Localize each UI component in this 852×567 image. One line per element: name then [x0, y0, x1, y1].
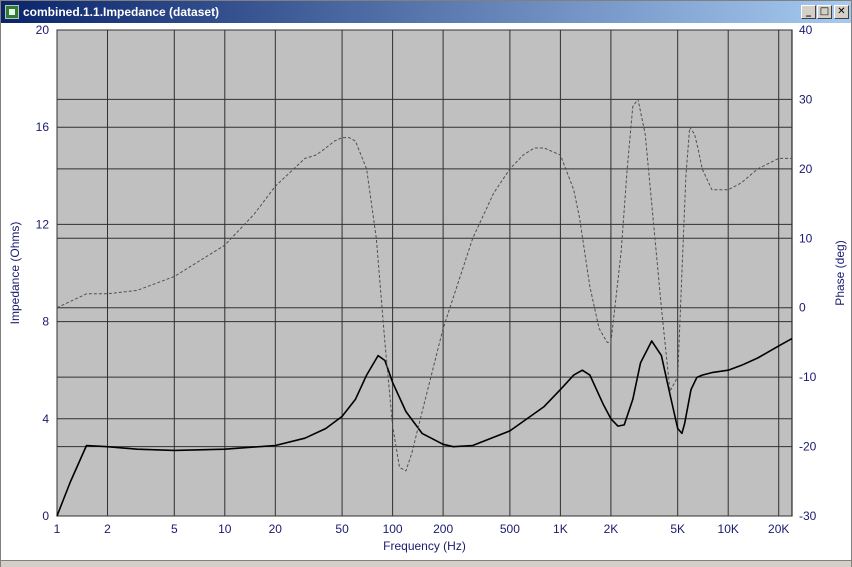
x-tick-label: 2K — [604, 522, 619, 536]
x-tick-label: 200 — [433, 522, 453, 536]
y2-tick-label: 40 — [799, 23, 813, 37]
x-tick-labels: 1 2 5 10 20 50 100 200 500 1K 2K 5K 10K 20K — [54, 522, 790, 536]
y-tick-label: 12 — [36, 217, 50, 231]
y-tick-label: 16 — [36, 120, 50, 134]
dataset-app-icon[interactable] — [5, 5, 19, 19]
x-tick-label: 5K — [670, 522, 685, 536]
y2-axis-label: Phase (deg) — [833, 240, 847, 305]
impedance-chart: 1 2 5 10 20 50 100 200 500 1K 2K 5K 10K 20K 048121620… — [8, 23, 847, 553]
minimize-button[interactable]: _ — [801, 5, 816, 19]
y-tick-label: 8 — [42, 315, 49, 329]
x-tick-label: 500 — [500, 522, 520, 536]
x-tick-label: 10K — [718, 522, 739, 536]
chart-window: combined.1.1.Impedance (dataset) _ □ ✕ 1… — [0, 0, 852, 567]
x-tick-label: 2 — [104, 522, 111, 536]
x-tick-label: 10 — [218, 522, 232, 536]
y2-tick-label: 30 — [799, 92, 813, 106]
y2-tick-label: -20 — [799, 440, 817, 454]
x-tick-label: 1K — [553, 522, 568, 536]
y2-tick-label: 0 — [799, 301, 806, 315]
y2-tick-label: -30 — [799, 509, 817, 523]
x-axis-label: Frequency (Hz) — [383, 539, 466, 553]
window-title: combined.1.1.Impedance (dataset) — [23, 5, 220, 19]
x-tick-label: 100 — [383, 522, 403, 536]
window-bottom-border — [1, 560, 851, 567]
x-tick-label: 20 — [269, 522, 283, 536]
x-tick-label: 20K — [768, 522, 789, 536]
y-tick-labels: 0 4 8 12 16 20 — [36, 23, 50, 523]
x-tick-label: 50 — [335, 522, 349, 536]
y-axis-label: Impedance (Ohms) — [8, 222, 22, 325]
plot-area — [56, 29, 793, 517]
y2-tick-label: 10 — [799, 231, 813, 245]
y2-tick-labels: -30 -20 -10 0 10 20 30 40 — [799, 23, 817, 523]
y-tick-label: 20 — [36, 23, 50, 37]
title-bar[interactable]: combined.1.1.Impedance (dataset) _ □ ✕ — [1, 1, 851, 23]
maximize-button[interactable]: □ — [817, 5, 832, 19]
close-button[interactable]: ✕ — [834, 5, 849, 19]
y-tick-label: 0 — [42, 509, 49, 523]
x-tick-label: 1 — [54, 522, 61, 536]
x-tick-label: 5 — [171, 522, 178, 536]
y2-tick-label: 20 — [799, 162, 813, 176]
y-tick-label: 4 — [42, 412, 49, 426]
y2-tick-label: -10 — [799, 370, 817, 384]
